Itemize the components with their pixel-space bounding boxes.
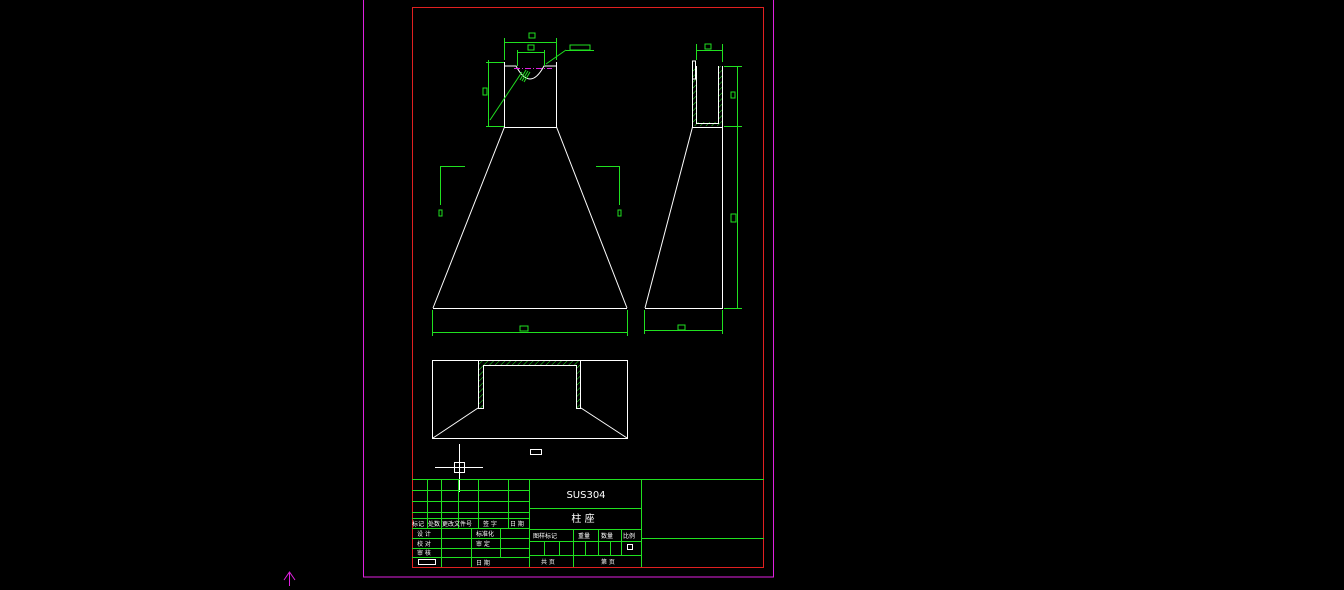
sheet-no-label: 第 页 — [601, 558, 615, 566]
rev-header-mark: 标记 — [412, 520, 424, 528]
front-view — [432, 62, 628, 309]
qty-label: 数量 — [601, 532, 613, 540]
row-check: 校 对 — [417, 540, 431, 548]
front-view-dimensions — [432, 32, 628, 336]
stage-mark-box — [627, 544, 633, 550]
weight-label: 重量 — [578, 532, 590, 540]
material-text: SUS304 — [566, 490, 605, 501]
total-sheets-label: 共 页 — [541, 558, 555, 566]
front-weld-hatch — [519, 69, 531, 83]
title-block-labels: 标记 处数 更改文件号 签 字 日 期 设 计 标准化 校 对 审 定 审 核 … — [412, 520, 635, 567]
part-name-text: 柱 座 — [571, 512, 594, 525]
cad-viewport[interactable]: SUS304 柱 座 标记 处数 更改文件号 签 字 日 期 设 计 标准化 校… — [0, 0, 1344, 586]
rev-header-doc: 更改文件号 — [442, 520, 472, 528]
rev-header-count: 处数 — [428, 520, 440, 528]
designer-signature-box — [418, 559, 436, 565]
row-design: 设 计 — [417, 530, 431, 538]
rev-header-date: 日 期 — [510, 520, 524, 528]
rev-header-sign: 签 字 — [483, 520, 497, 528]
stage-mark-label: 图样标记 — [533, 532, 557, 540]
scale-label: 比例 — [623, 532, 635, 540]
plan-view — [432, 360, 628, 455]
row-standardization: 标准化 — [476, 530, 494, 538]
ucs-arrow-icon — [283, 571, 296, 586]
side-view-hatch-cut — [696, 66, 718, 122]
row-date: 日 期 — [476, 559, 490, 567]
row-approve: 审 定 — [476, 540, 490, 548]
row-review: 审 核 — [417, 549, 431, 557]
